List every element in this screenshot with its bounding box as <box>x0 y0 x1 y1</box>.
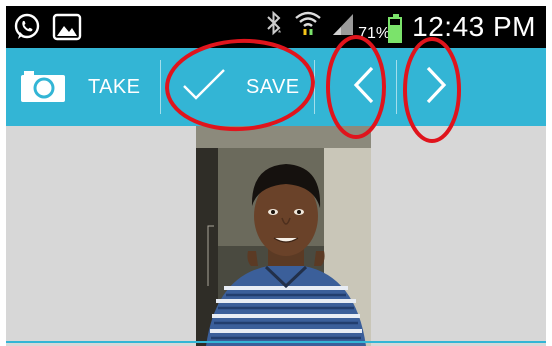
svg-text:*: * <box>278 29 281 36</box>
previous-button[interactable] <box>336 48 392 126</box>
chevron-left-icon <box>353 66 375 109</box>
checkmark-icon <box>182 68 226 107</box>
action-bar-divider <box>396 60 397 114</box>
wifi-icon <box>294 9 322 44</box>
camera-icon <box>20 66 66 109</box>
battery-fill <box>390 25 401 41</box>
image-notification-icon <box>52 13 82 46</box>
signal-icon <box>332 10 354 43</box>
action-bar: TAKE SAVE <box>6 48 546 126</box>
action-bar-divider <box>160 60 161 114</box>
next-button[interactable] <box>408 48 464 126</box>
save-label: SAVE <box>246 75 300 98</box>
signal-group: 71% <box>332 10 403 43</box>
status-bar-notifications <box>12 12 82 47</box>
save-button[interactable]: SAVE <box>182 48 299 126</box>
status-bar-system: * 71% 12:43 PM <box>264 9 536 44</box>
status-clock: 12:43 PM <box>412 10 536 42</box>
chevron-right-icon <box>425 66 447 109</box>
battery-cap <box>393 14 400 17</box>
bluetooth-icon: * <box>264 10 284 43</box>
battery-icon <box>388 14 403 43</box>
whatsapp-icon <box>12 12 42 47</box>
take-label: TAKE <box>88 75 141 98</box>
take-button[interactable]: TAKE <box>20 48 140 126</box>
status-bar: * 71% 12:43 PM <box>6 6 546 48</box>
preview-area <box>6 126 546 346</box>
content-bottom-border <box>6 341 546 343</box>
screenshot-frame: * 71% 12:43 PM TAKE SAVE <box>0 0 552 346</box>
portrait-photo <box>196 126 371 346</box>
battery-percent: 71% <box>358 25 391 42</box>
action-bar-divider <box>314 60 315 114</box>
